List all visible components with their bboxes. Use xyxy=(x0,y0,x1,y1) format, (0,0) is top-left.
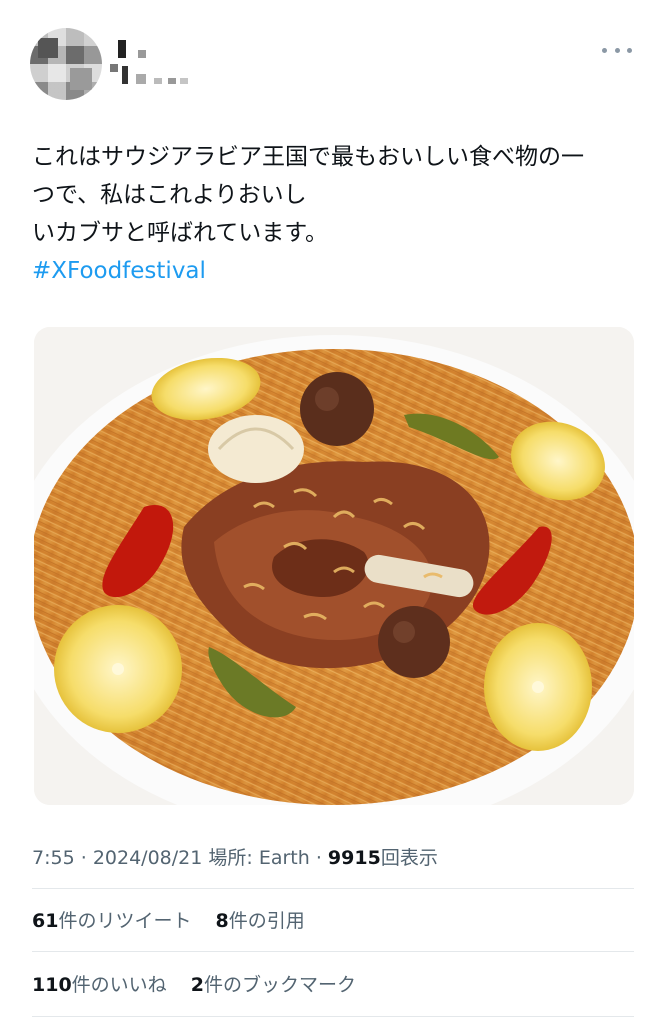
more-horizontal-icon[interactable] xyxy=(602,40,632,60)
likes-label: 件のいいね xyxy=(71,974,167,996)
tweet-location: 場所: Earth xyxy=(208,847,310,869)
views-label: 回表示 xyxy=(380,847,438,869)
likes-count: 110 xyxy=(32,974,72,996)
divider xyxy=(32,888,634,889)
user-name-blurred[interactable] xyxy=(110,38,200,90)
kabsa-dish-image xyxy=(34,327,634,805)
meta-separator: · xyxy=(80,847,87,869)
hashtag-link[interactable]: #XFoodfestival xyxy=(32,252,632,290)
quotes-label: 件の引用 xyxy=(228,910,305,932)
retweets-stat[interactable]: 61件のリツイート xyxy=(32,910,191,932)
tweet-photo[interactable] xyxy=(34,327,634,805)
views-count: 9915 xyxy=(327,847,381,869)
retweets-label: 件のリツイート xyxy=(58,910,192,932)
quotes-count: 8 xyxy=(215,910,229,932)
stats-row-likes: 110件のいいね 2件のブックマーク xyxy=(32,970,374,997)
quotes-stat[interactable]: 8件の引用 xyxy=(216,910,305,932)
likes-stat[interactable]: 110件のいいね xyxy=(32,974,167,996)
stats-row-retweets: 61件のリツイート 8件の引用 xyxy=(32,906,323,933)
avatar[interactable] xyxy=(30,28,102,100)
meta-separator: · xyxy=(315,847,322,869)
tweet-time[interactable]: 7:55 xyxy=(32,847,75,869)
tweet-date[interactable]: 2024/08/21 xyxy=(93,847,203,869)
bookmarks-count: 2 xyxy=(190,974,204,996)
tweet-line: いカブサと呼ばれています。 xyxy=(32,220,329,246)
tweet-text: これはサウジアラビア王国で最もおいしい食べ物の一 つで、私はこれよりおいし いカ… xyxy=(32,138,632,290)
tweet-meta: 7:55 · 2024/08/21 場所: Earth · 9915回表示 xyxy=(32,843,438,870)
tweet-line: これはサウジアラビア王国で最もおいしい食べ物の一 xyxy=(32,144,584,170)
divider xyxy=(32,1016,634,1017)
retweets-count: 61 xyxy=(32,910,59,932)
divider xyxy=(32,951,634,952)
bookmarks-label: 件のブックマーク xyxy=(203,974,356,996)
bookmarks-stat[interactable]: 2件のブックマーク xyxy=(191,974,356,996)
tweet-line: つで、私はこれよりおいし xyxy=(32,182,307,208)
